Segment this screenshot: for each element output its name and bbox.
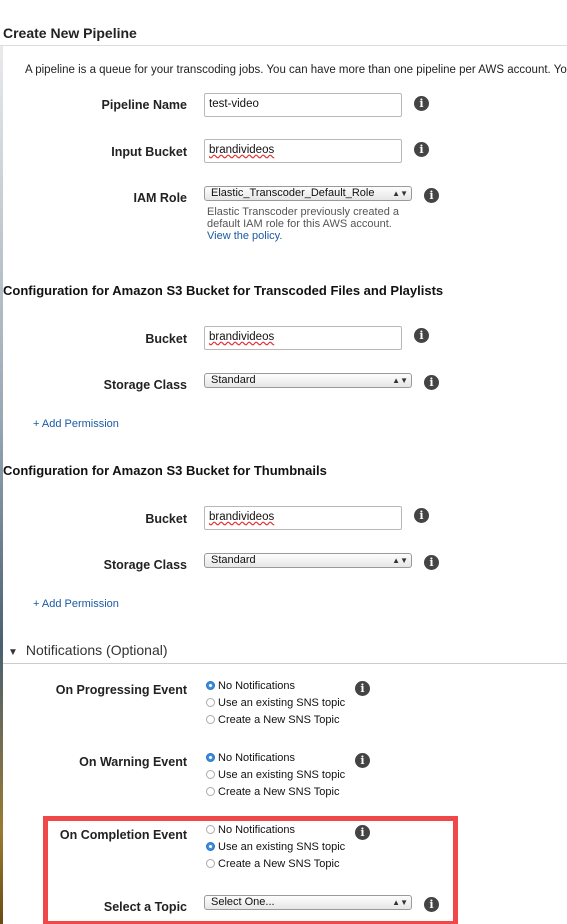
input-bucket-input[interactable]: brandivideos	[204, 139, 402, 163]
info-icon[interactable]: i	[414, 142, 429, 157]
info-icon[interactable]: i	[424, 555, 439, 570]
iam-role-value: Elastic_Transcoder_Default_Role	[211, 187, 375, 199]
input-bucket-label: Input Bucket	[111, 145, 187, 159]
completion-option-new[interactable]: Create a New SNS Topic	[206, 858, 339, 870]
warning-option-existing[interactable]: Use an existing SNS topic	[206, 769, 345, 781]
info-icon[interactable]: i	[414, 96, 429, 111]
topic-select-value: Select One...	[211, 896, 275, 908]
transcoded-bucket-label: Bucket	[145, 332, 187, 346]
pipeline-name-input[interactable]: test-video	[204, 93, 402, 117]
pipeline-name-label: Pipeline Name	[101, 98, 187, 112]
radio-selected-icon	[206, 753, 215, 762]
iam-role-select[interactable]: Elastic_Transcoder_Default_Role ▲▼	[204, 186, 412, 201]
transcoded-bucket-value: brandivideos	[209, 331, 275, 343]
radio-icon	[206, 787, 215, 796]
intro-text: A pipeline is a queue for your transcodi…	[25, 64, 567, 76]
background-strip	[0, 0, 3, 924]
triangle-down-icon: ▼	[8, 647, 18, 658]
radio-icon	[206, 715, 215, 724]
thumbnails-storage-value: Standard	[211, 554, 256, 566]
info-icon[interactable]: i	[414, 328, 429, 343]
progressing-event-label: On Progressing Event	[55, 683, 187, 697]
thumbnails-storage-select[interactable]: Standard ▲▼	[204, 553, 412, 568]
chevron-updown-icon: ▲▼	[392, 376, 408, 385]
dialog-title: Create New Pipeline	[3, 25, 137, 41]
warning-event-label: On Warning Event	[79, 755, 187, 769]
notifications-divider	[3, 663, 567, 664]
thumbnails-bucket-input[interactable]: brandivideos	[204, 506, 402, 530]
completion-option-none[interactable]: No Notifications	[206, 824, 295, 836]
view-policy-link[interactable]: View the policy.	[207, 230, 282, 242]
dialog-header: Create New Pipeline	[0, 0, 567, 46]
chevron-updown-icon: ▲▼	[392, 898, 408, 907]
transcoded-storage-value: Standard	[211, 374, 256, 386]
radio-selected-icon	[206, 681, 215, 690]
info-icon[interactable]: i	[424, 188, 439, 203]
warning-option-new[interactable]: Create a New SNS Topic	[206, 786, 339, 798]
radio-icon	[206, 859, 215, 868]
transcoded-add-permission-link[interactable]: + Add Permission	[33, 418, 119, 430]
thumbnails-bucket-label: Bucket	[145, 512, 187, 526]
info-icon[interactable]: i	[355, 681, 370, 696]
radio-selected-icon	[206, 842, 215, 851]
radio-icon	[206, 770, 215, 779]
iam-role-hint: Elastic Transcoder previously created a …	[207, 206, 407, 242]
thumbnails-bucket-value: brandivideos	[209, 511, 275, 523]
transcoded-storage-select[interactable]: Standard ▲▼	[204, 373, 412, 388]
notifications-title: Notifications (Optional)	[25, 642, 168, 658]
info-icon[interactable]: i	[414, 508, 429, 523]
info-icon[interactable]: i	[355, 825, 370, 840]
topic-select[interactable]: Select One... ▲▼	[204, 895, 412, 910]
info-icon[interactable]: i	[424, 375, 439, 390]
transcoded-storage-label: Storage Class	[103, 378, 187, 392]
transcoded-section-title: Configuration for Amazon S3 Bucket for T…	[3, 283, 444, 298]
chevron-updown-icon: ▲▼	[392, 189, 408, 198]
input-bucket-value: brandivideos	[209, 144, 275, 156]
completion-option-existing[interactable]: Use an existing SNS topic	[206, 841, 345, 853]
iam-role-hint-text: Elastic Transcoder previously created a …	[207, 206, 399, 230]
chevron-updown-icon: ▲▼	[392, 556, 408, 565]
iam-role-label: IAM Role	[133, 191, 187, 205]
info-icon[interactable]: i	[355, 753, 370, 768]
radio-icon	[206, 698, 215, 707]
thumbnails-add-permission-link[interactable]: + Add Permission	[33, 598, 119, 610]
progressing-option-none[interactable]: No Notifications	[206, 680, 295, 692]
radio-icon	[206, 825, 215, 834]
progressing-option-new[interactable]: Create a New SNS Topic	[206, 714, 339, 726]
thumbnails-section-title: Configuration for Amazon S3 Bucket for T…	[3, 463, 327, 478]
transcoded-bucket-input[interactable]: brandivideos	[204, 326, 402, 350]
completion-event-label: On Completion Event	[59, 828, 187, 842]
warning-option-none[interactable]: No Notifications	[206, 752, 295, 764]
thumbnails-storage-label: Storage Class	[103, 558, 187, 572]
progressing-option-existing[interactable]: Use an existing SNS topic	[206, 697, 345, 709]
select-topic-label: Select a Topic	[103, 900, 187, 914]
info-icon[interactable]: i	[424, 897, 439, 912]
notifications-toggle[interactable]: ▼ Notifications (Optional)	[8, 642, 168, 658]
